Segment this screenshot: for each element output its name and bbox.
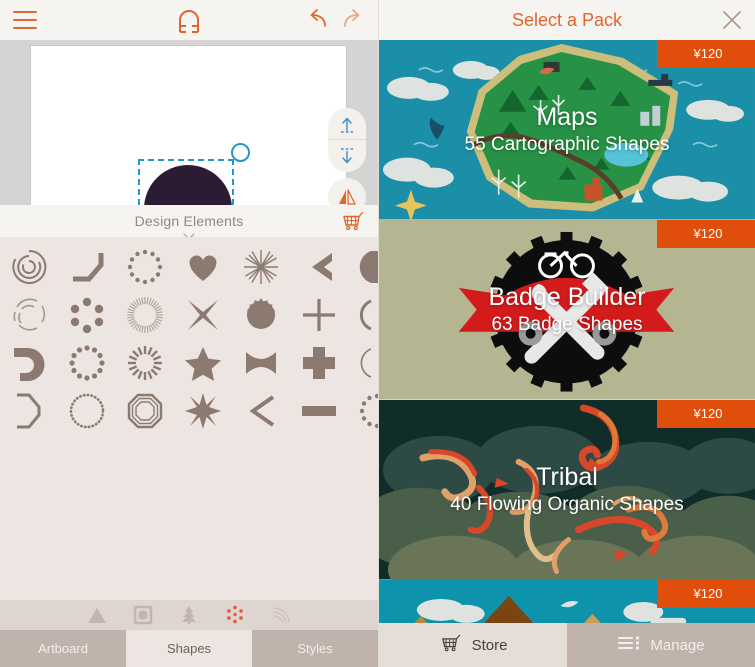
- rectangle-bar-shape[interactable]: [290, 387, 348, 435]
- tab-styles[interactable]: Styles: [252, 630, 378, 667]
- swoosh-lines-icon[interactable]: [269, 604, 293, 626]
- canvas-area[interactable]: [0, 40, 378, 205]
- undo-redo-group: [304, 7, 366, 33]
- tab-manage[interactable]: Manage: [567, 623, 755, 667]
- selection-bounding-box[interactable]: [138, 143, 250, 205]
- redo-arrow-icon[interactable]: [338, 7, 366, 33]
- chevron-left-thin-shape[interactable]: [232, 387, 290, 435]
- chevron-left-shape[interactable]: [290, 243, 348, 291]
- tab-store-label: Store: [471, 636, 508, 654]
- pack-list[interactable]: Maps 55 Cartographic Shapes ¥120 Badge B…: [379, 40, 755, 623]
- shape-tool-rail: [328, 108, 366, 205]
- editor-panel: Design Elements Artboard Shapes Styles: [0, 0, 378, 667]
- thick-arc-shape[interactable]: [0, 339, 58, 387]
- thin-plus-shape[interactable]: [290, 291, 348, 339]
- fine-dotted-circle-shape[interactable]: [58, 387, 116, 435]
- spiral-shape[interactable]: [0, 243, 58, 291]
- send-backward-tool[interactable]: [328, 140, 366, 172]
- pack-price-badge[interactable]: ¥120: [657, 40, 755, 68]
- dotted-ring-shape[interactable]: [116, 243, 174, 291]
- pack-price-badge[interactable]: ¥120: [657, 400, 755, 428]
- heart-shape[interactable]: [174, 243, 232, 291]
- chevron-down-icon[interactable]: [183, 227, 195, 240]
- store-title: Select a Pack: [511, 9, 623, 30]
- triangle-icon[interactable]: [85, 604, 109, 626]
- shape-grid-row: [0, 387, 378, 435]
- bring-forward-tool[interactable]: [328, 108, 366, 140]
- dotted-ring-icon[interactable]: [223, 604, 247, 626]
- shopping-cart-icon: [439, 633, 463, 657]
- rotate-handle[interactable]: [231, 143, 250, 162]
- list-menu-icon: [617, 633, 641, 657]
- partial-dotted-shape[interactable]: [348, 387, 378, 435]
- pack-card-tribal[interactable]: Tribal 40 Flowing Organic Shapes ¥120: [379, 400, 755, 580]
- eight-point-star-shape[interactable]: [174, 387, 232, 435]
- shape-grid-row: [0, 339, 378, 387]
- editor-tab-bar: Artboard Shapes Styles: [0, 630, 378, 667]
- x-cross-shape[interactable]: [174, 291, 232, 339]
- shopping-cart-icon[interactable]: [340, 210, 366, 232]
- hatched-ring-shape[interactable]: [116, 291, 174, 339]
- shape-category-bar: [0, 600, 378, 630]
- tab-shapes[interactable]: Shapes: [126, 630, 252, 667]
- magnet-snap-icon[interactable]: [174, 8, 204, 34]
- artboard[interactable]: [30, 45, 347, 205]
- five-point-star-shape[interactable]: [174, 339, 232, 387]
- flip-tool[interactable]: [328, 178, 366, 205]
- twelve-dot-ring-shape[interactable]: [58, 339, 116, 387]
- starburst-thin-shape[interactable]: [232, 243, 290, 291]
- pack-card-badge-builder[interactable]: Badge Builder 63 Badge Shapes ¥120: [379, 220, 755, 400]
- partial-circle-shape[interactable]: [348, 243, 378, 291]
- concave-bowtie-shape[interactable]: [232, 339, 290, 387]
- pack-price-badge[interactable]: ¥120: [657, 580, 755, 608]
- rounded-square-icon[interactable]: [131, 604, 155, 626]
- store-header: Select a Pack: [379, 0, 755, 40]
- design-elements-header[interactable]: Design Elements: [0, 205, 378, 240]
- tab-store[interactable]: Store: [379, 623, 567, 667]
- close-x-icon[interactable]: [721, 9, 743, 31]
- pack-card-partial[interactable]: ¥120: [379, 580, 755, 623]
- store-tab-bar: Store Manage: [379, 623, 755, 667]
- app-root: Design Elements Artboard Shapes Styles S…: [0, 0, 755, 667]
- thick-plus-shape[interactable]: [290, 339, 348, 387]
- store-panel: Select a Pack Maps 55 Cartographic Shape…: [378, 0, 755, 667]
- six-dot-ring-shape[interactable]: [58, 291, 116, 339]
- angled-line-shape[interactable]: [58, 243, 116, 291]
- tree-icon[interactable]: [177, 604, 201, 626]
- shape-grid[interactable]: [0, 237, 378, 600]
- bracket-shape[interactable]: [0, 387, 58, 435]
- shape-grid-row: [0, 243, 378, 291]
- partial-arc-shape[interactable]: [348, 291, 378, 339]
- sunburst-ring-shape[interactable]: [116, 339, 174, 387]
- broken-circle-shape[interactable]: [0, 291, 58, 339]
- hamburger-menu-icon[interactable]: [13, 11, 37, 29]
- undo-arrow-icon[interactable]: [304, 7, 332, 33]
- tab-manage-label: Manage: [650, 636, 705, 654]
- pack-card-maps[interactable]: Maps 55 Cartographic Shapes ¥120: [379, 40, 755, 220]
- partial-ring-shape[interactable]: [348, 339, 378, 387]
- editor-toolbar: [0, 0, 378, 40]
- shape-grid-row: [0, 291, 378, 339]
- seal-badge-shape[interactable]: [232, 291, 290, 339]
- pack-price-badge[interactable]: ¥120: [657, 220, 755, 248]
- layer-order-tools: [328, 108, 366, 172]
- selected-circle-shape[interactable]: [144, 165, 232, 205]
- tab-artboard[interactable]: Artboard: [0, 630, 126, 667]
- octagon-outline-shape[interactable]: [116, 387, 174, 435]
